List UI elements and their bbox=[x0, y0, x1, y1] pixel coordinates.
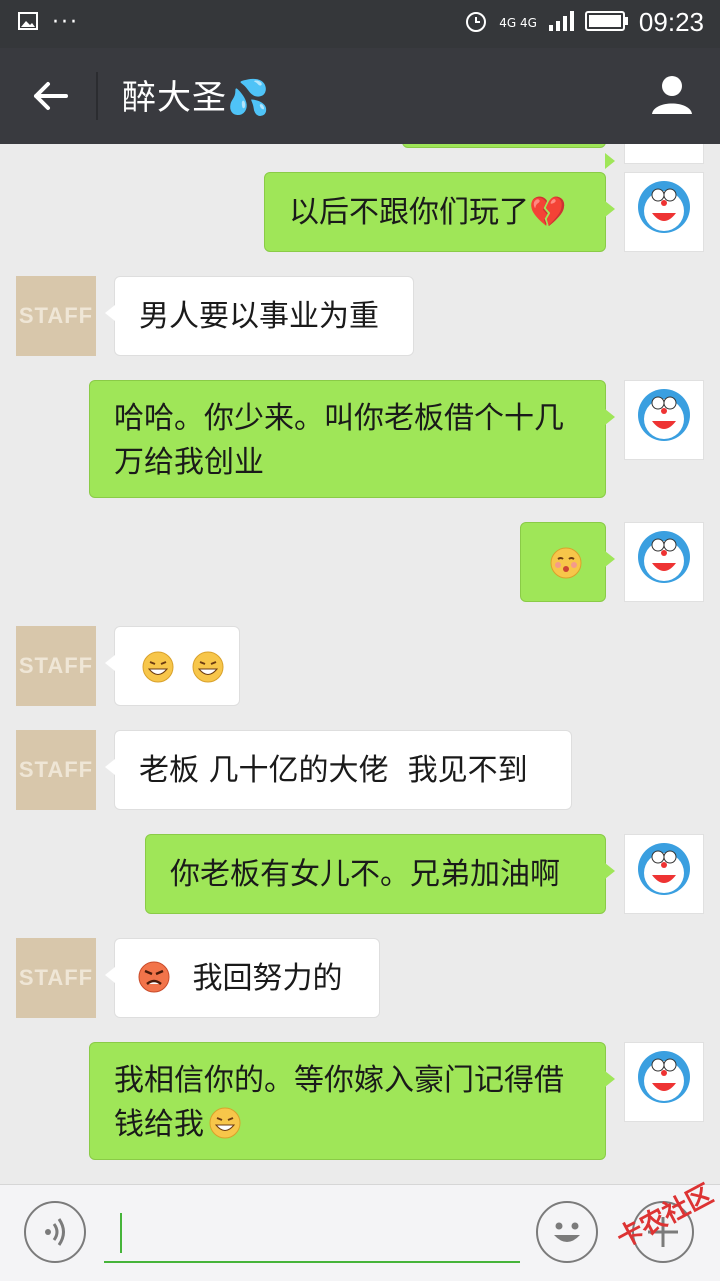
message-bubble[interactable] bbox=[105, 626, 240, 706]
my-avatar[interactable] bbox=[624, 144, 704, 164]
header-divider bbox=[96, 72, 98, 120]
grin-emoji-icon bbox=[208, 1106, 241, 1139]
message-input[interactable] bbox=[104, 1261, 520, 1263]
my-avatar[interactable] bbox=[624, 522, 704, 602]
chat-title: 醉大圣💦 bbox=[122, 78, 271, 118]
message-bubble[interactable]: 你老板有女儿不。兄弟加油啊 bbox=[145, 834, 615, 914]
message-bubble[interactable]: 以后不跟你们玩了💔 bbox=[264, 172, 615, 252]
emoji-button[interactable] bbox=[536, 1201, 598, 1263]
message-text: 老板 几十亿的大佬 我见不到 bbox=[139, 753, 528, 788]
message-text: 男人要以事业为重 bbox=[139, 299, 379, 334]
network-label: 4G 4G bbox=[499, 15, 537, 30]
message-text: 你老板有女儿不。兄弟加油啊 bbox=[170, 857, 560, 892]
message-bubble[interactable]: 哈哈。你少来。叫你老板借个十几万给我创业 bbox=[89, 380, 615, 498]
my-avatar[interactable] bbox=[624, 1042, 704, 1122]
kiss-emoji-icon bbox=[549, 546, 582, 579]
angry-emoji-icon bbox=[137, 960, 170, 993]
chat-header: 醉大圣💦 bbox=[0, 48, 720, 144]
contact-avatar[interactable]: STAFF bbox=[16, 730, 96, 810]
input-bar bbox=[0, 1184, 720, 1281]
smiley-icon bbox=[554, 1222, 580, 1242]
gallery-icon bbox=[18, 11, 38, 35]
message-bubble[interactable] bbox=[520, 522, 615, 602]
battery-icon bbox=[584, 10, 629, 36]
grin-emoji-icon bbox=[141, 650, 174, 683]
contact-avatar[interactable]: STAFF bbox=[16, 938, 96, 1018]
contact-profile-icon[interactable] bbox=[650, 72, 694, 116]
message-bubble[interactable]: 老板 几十亿的大佬 我见不到 bbox=[105, 730, 572, 810]
message-bubble-partial bbox=[402, 144, 615, 169]
clock: 09:23 bbox=[638, 7, 704, 37]
back-arrow-icon[interactable] bbox=[28, 74, 72, 118]
my-avatar[interactable] bbox=[624, 834, 704, 914]
more-notifications-icon: ··· bbox=[52, 10, 79, 35]
my-avatar[interactable] bbox=[624, 172, 704, 252]
contact-avatar[interactable]: STAFF bbox=[16, 626, 96, 706]
voice-input-button[interactable] bbox=[24, 1201, 86, 1263]
status-bar: ··· 4G 4G 09:23 bbox=[0, 0, 720, 48]
grin-emoji-icon bbox=[191, 650, 224, 683]
message-text: 以后不跟你们玩了💔 bbox=[289, 195, 567, 230]
message-text: 我回努力的 bbox=[192, 961, 343, 996]
message-text: 哈哈。你少来。叫你老板借个十几万给我创业 bbox=[114, 401, 564, 480]
alarm-icon bbox=[463, 8, 489, 38]
voice-icon bbox=[45, 1218, 65, 1246]
message-bubble[interactable]: 我相信你的。等你嫁入豪门记得借钱给我 bbox=[89, 1042, 615, 1160]
message-bubble[interactable]: 我回努力的 bbox=[105, 938, 380, 1018]
chat-history[interactable]: 以后不跟你们玩了💔 STAFF 男人要以事业为重 哈哈。你少来。叫你老板借个十几… bbox=[0, 144, 720, 1184]
message-bubble[interactable]: 男人要以事业为重 bbox=[105, 276, 414, 356]
my-avatar[interactable] bbox=[624, 380, 704, 460]
text-cursor bbox=[120, 1213, 122, 1253]
message-text: 我相信你的。等你嫁入豪门记得借钱给我 bbox=[114, 1063, 564, 1142]
signal-icon bbox=[547, 9, 575, 37]
contact-avatar[interactable]: STAFF bbox=[16, 276, 96, 356]
